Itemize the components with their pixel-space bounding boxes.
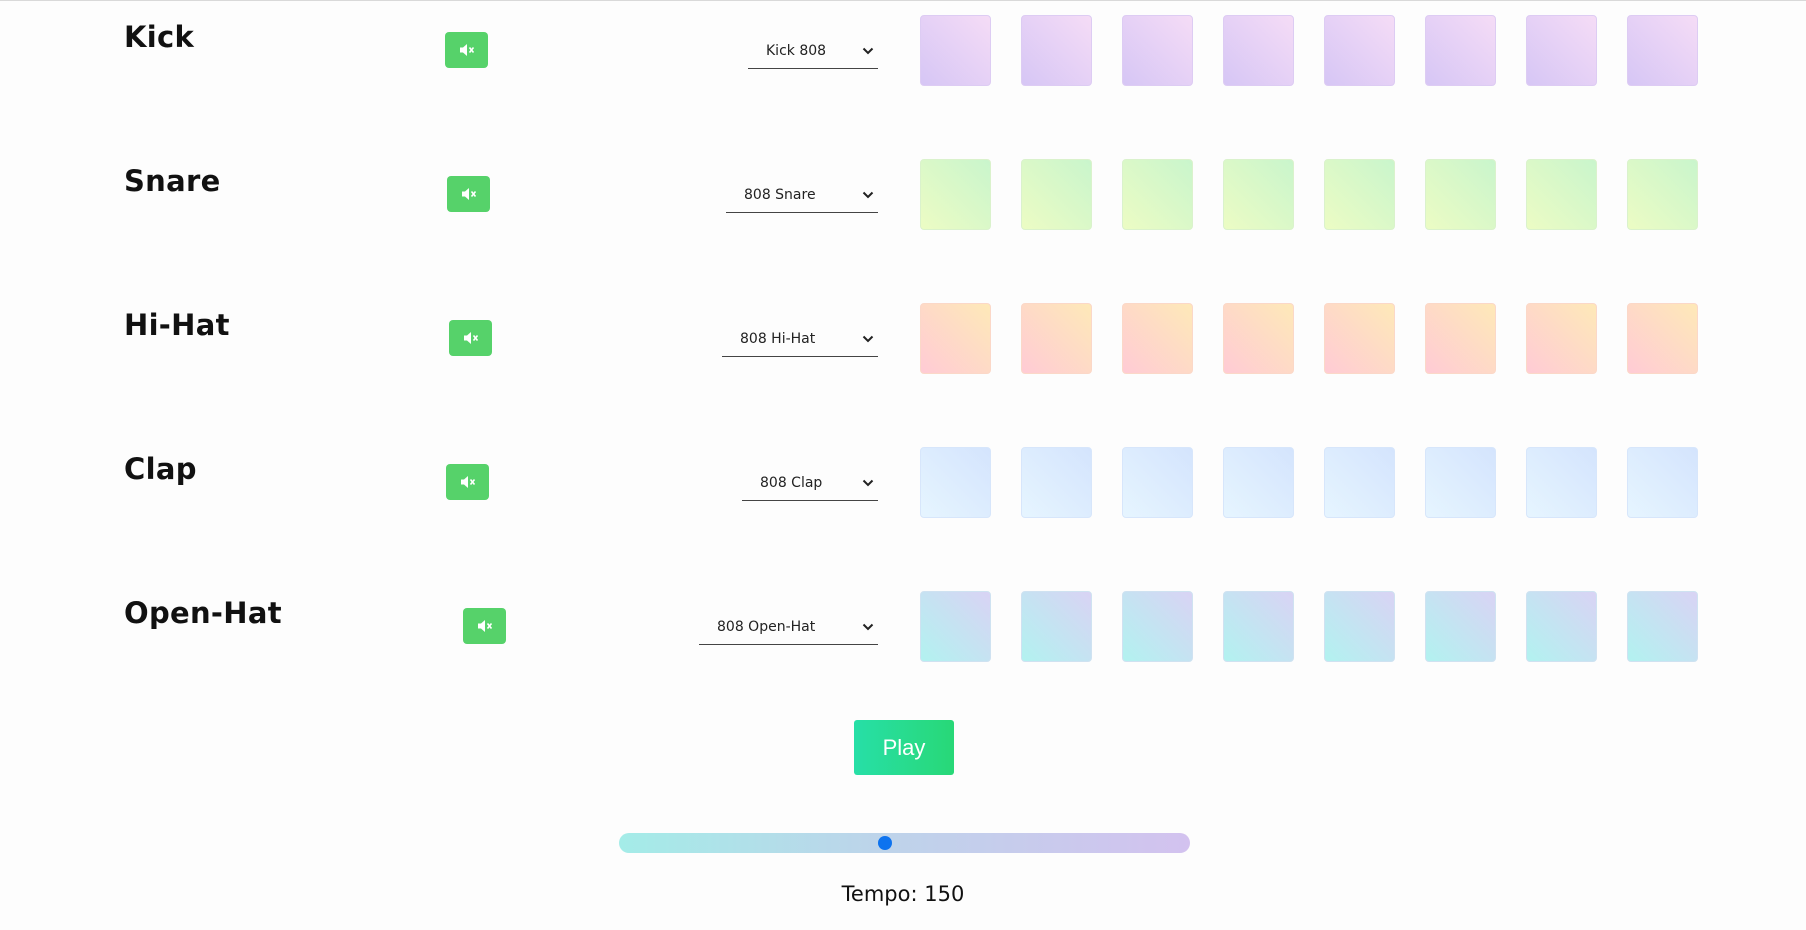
step-pad-1[interactable] <box>920 591 991 662</box>
step-pad-3[interactable] <box>1122 303 1193 374</box>
sound-select[interactable]: 808 Hi-Hat <box>722 321 878 357</box>
sound-select-value: Kick 808 <box>766 42 827 59</box>
volume-mute-icon <box>477 620 492 632</box>
step-pad-5[interactable] <box>1324 303 1395 374</box>
step-pad-8[interactable] <box>1627 15 1698 86</box>
track-name: Open-Hat <box>124 596 282 630</box>
track-row-kick: Kick Kick 808 <box>0 15 1806 87</box>
step-pad-5[interactable] <box>1324 591 1395 662</box>
volume-mute-icon <box>463 332 478 344</box>
track-name: Hi-Hat <box>124 308 230 342</box>
tempo-slider-thumb[interactable] <box>877 836 892 850</box>
step-pad-8[interactable] <box>1627 591 1698 662</box>
mute-button[interactable] <box>449 320 492 356</box>
play-button[interactable]: Play <box>854 720 954 775</box>
track-row-openhat: Open-Hat 808 Open-Hat <box>0 591 1806 663</box>
step-pad-1[interactable] <box>920 15 991 86</box>
sound-select[interactable]: 808 Clap <box>742 465 878 501</box>
step-pad-1[interactable] <box>920 447 991 518</box>
chevron-down-icon <box>862 191 874 198</box>
track-row-snare: Snare 808 Snare <box>0 159 1806 231</box>
sound-select-value: 808 Hi-Hat <box>740 330 816 347</box>
step-pad-5[interactable] <box>1324 447 1395 518</box>
sound-select-value: 808 Snare <box>744 186 816 203</box>
step-pad-6[interactable] <box>1425 591 1496 662</box>
sound-select[interactable]: 808 Snare <box>726 177 878 213</box>
step-pad-4[interactable] <box>1223 447 1294 518</box>
sound-select[interactable]: Kick 808 <box>748 33 878 69</box>
step-pad-7[interactable] <box>1526 159 1597 230</box>
step-pad-7[interactable] <box>1526 591 1597 662</box>
mute-button[interactable] <box>445 32 488 68</box>
step-pad-8[interactable] <box>1627 303 1698 374</box>
step-pad-5[interactable] <box>1324 15 1395 86</box>
volume-mute-icon <box>461 188 476 200</box>
step-pad-3[interactable] <box>1122 159 1193 230</box>
mute-button[interactable] <box>463 608 506 644</box>
volume-mute-icon <box>459 44 474 56</box>
chevron-down-icon <box>862 623 874 630</box>
step-pad-4[interactable] <box>1223 159 1294 230</box>
step-pad-2[interactable] <box>1021 303 1092 374</box>
step-pad-3[interactable] <box>1122 591 1193 662</box>
track-row-clap: Clap 808 Clap <box>0 447 1806 519</box>
step-pad-1[interactable] <box>920 303 991 374</box>
step-pad-7[interactable] <box>1526 447 1597 518</box>
step-pad-6[interactable] <box>1425 159 1496 230</box>
mute-button[interactable] <box>447 176 490 212</box>
step-pad-4[interactable] <box>1223 303 1294 374</box>
step-pad-6[interactable] <box>1425 447 1496 518</box>
track-name: Kick <box>124 20 195 54</box>
step-pad-4[interactable] <box>1223 591 1294 662</box>
step-pad-2[interactable] <box>1021 447 1092 518</box>
step-pad-2[interactable] <box>1021 591 1092 662</box>
step-pad-5[interactable] <box>1324 159 1395 230</box>
step-pad-3[interactable] <box>1122 447 1193 518</box>
step-pad-2[interactable] <box>1021 159 1092 230</box>
chevron-down-icon <box>862 479 874 486</box>
chevron-down-icon <box>862 335 874 342</box>
step-pad-2[interactable] <box>1021 15 1092 86</box>
sound-select-value: 808 Clap <box>760 474 823 491</box>
step-pad-8[interactable] <box>1627 159 1698 230</box>
step-pad-7[interactable] <box>1526 15 1597 86</box>
volume-mute-icon <box>460 476 475 488</box>
track-name: Snare <box>124 164 221 198</box>
step-pad-3[interactable] <box>1122 15 1193 86</box>
track-name: Clap <box>124 452 197 486</box>
track-row-hihat: Hi-Hat 808 Hi-Hat <box>0 303 1806 375</box>
top-divider <box>0 0 1806 1</box>
step-pad-7[interactable] <box>1526 303 1597 374</box>
chevron-down-icon <box>862 47 874 54</box>
step-pad-6[interactable] <box>1425 15 1496 86</box>
step-pad-6[interactable] <box>1425 303 1496 374</box>
step-pad-4[interactable] <box>1223 15 1294 86</box>
sound-select-value: 808 Open-Hat <box>717 618 816 635</box>
step-pad-1[interactable] <box>920 159 991 230</box>
mute-button[interactable] <box>446 464 489 500</box>
tempo-slider[interactable] <box>619 833 1190 853</box>
tempo-label: Tempo: 150 <box>841 882 965 906</box>
step-pad-8[interactable] <box>1627 447 1698 518</box>
sound-select[interactable]: 808 Open-Hat <box>699 609 878 645</box>
